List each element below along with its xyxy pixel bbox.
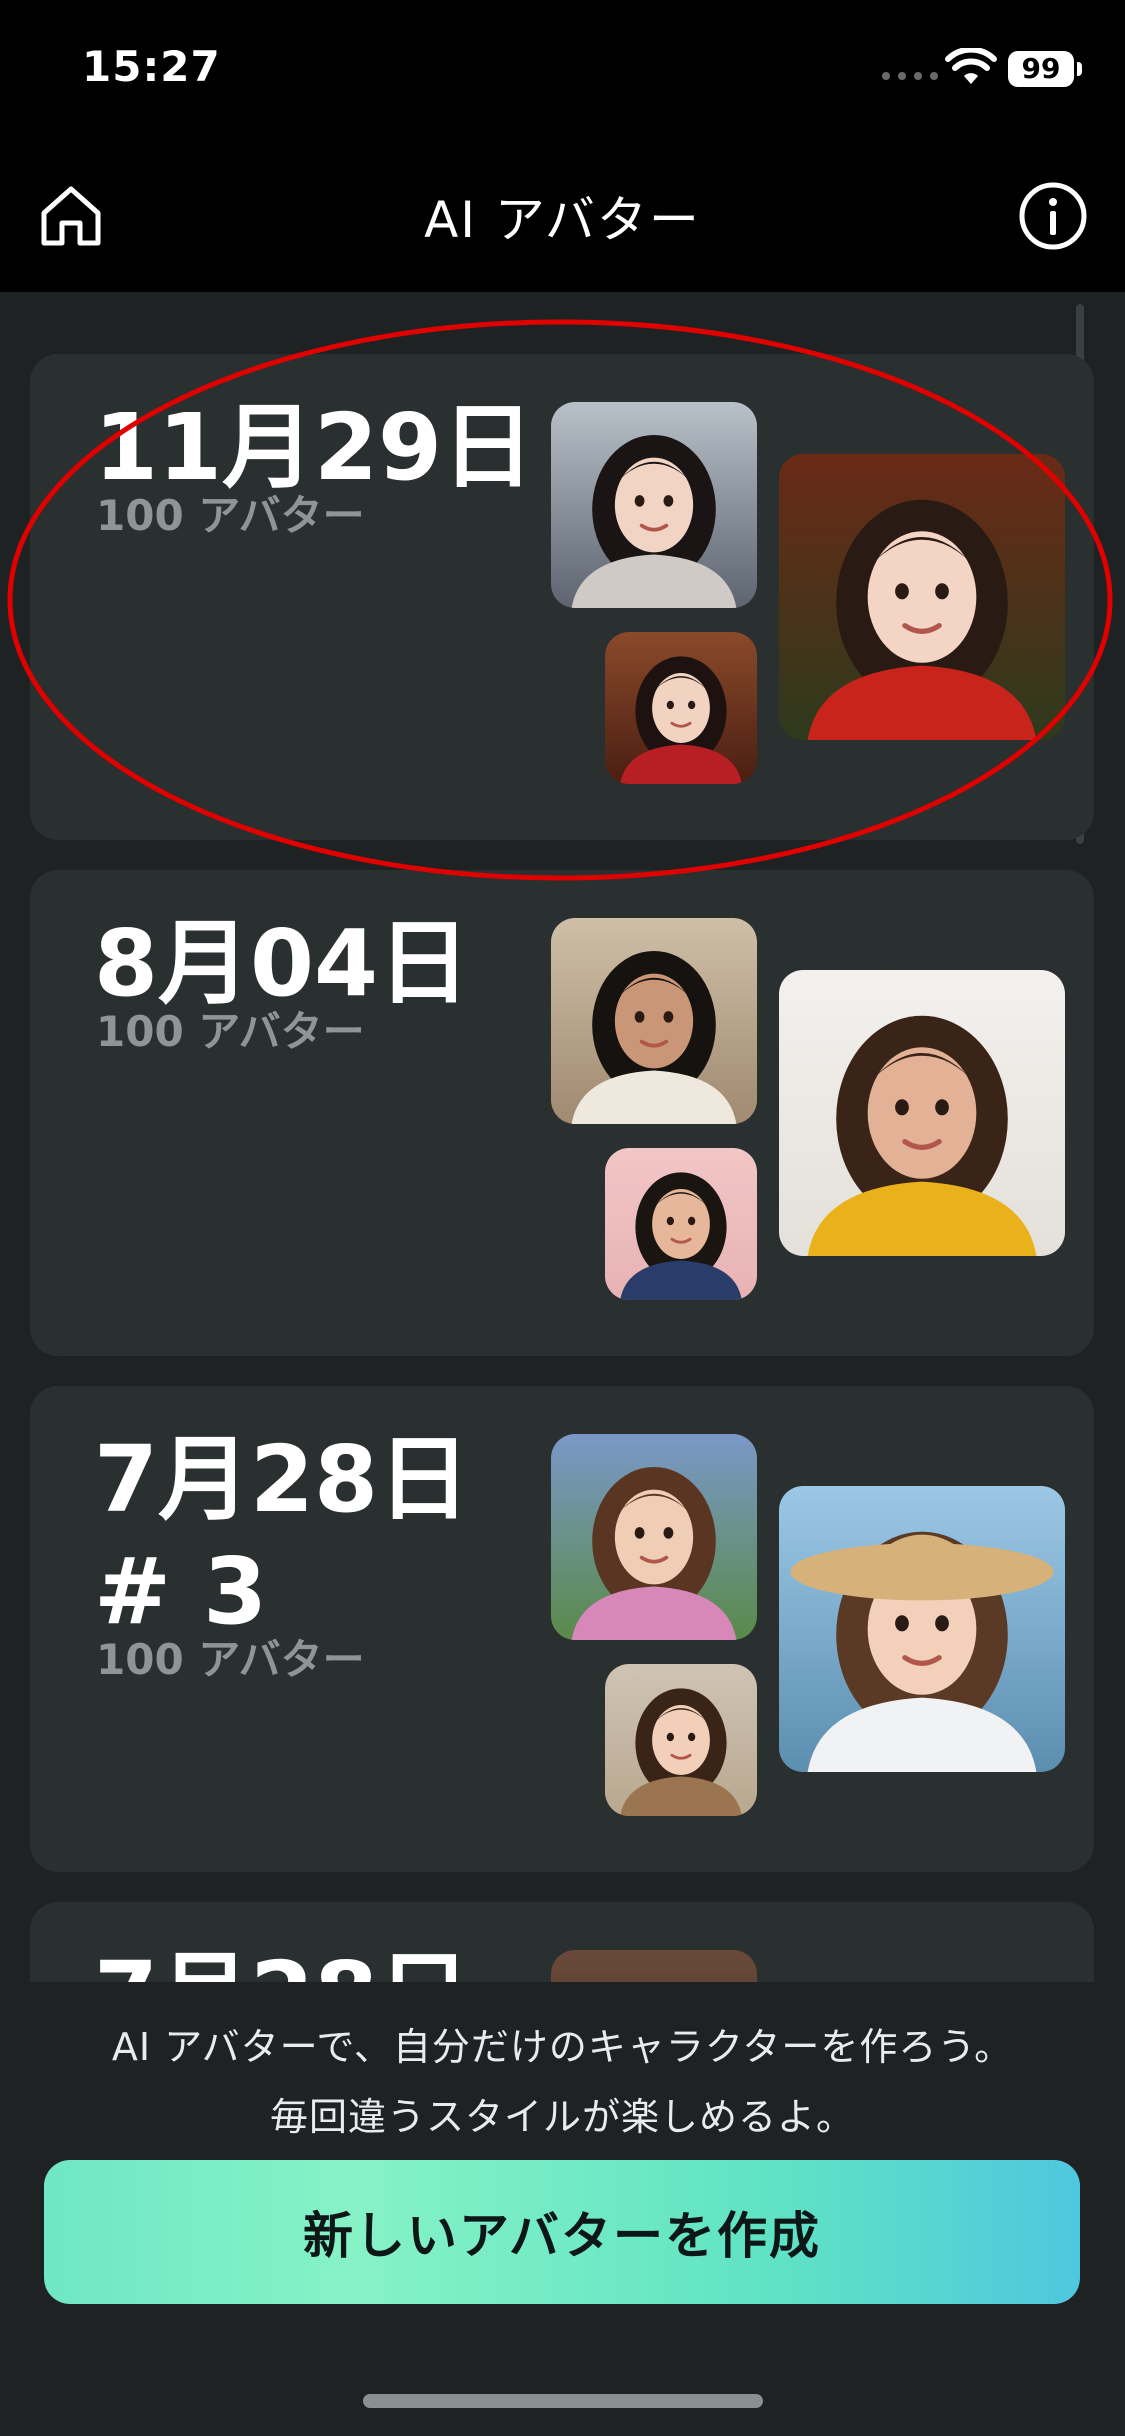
page-title: AI アバター — [424, 191, 701, 249]
avatar-santa-girl-image — [605, 632, 757, 784]
promo-text: AI アバターで、自分だけのキャラクターを作ろう。 毎回違うスタイルが楽しめるよ… — [0, 2012, 1125, 2152]
avatar-winter-woman-image — [551, 402, 757, 608]
avatar-thumbnail[interactable] — [605, 632, 757, 784]
battery-tip — [1077, 62, 1082, 76]
avatar-set-card[interactable]: 7月28日100 アバター — [30, 1902, 1094, 1982]
avatar-girl-bear-hood-image — [605, 1664, 757, 1816]
avatar-thumbnail[interactable] — [551, 1434, 757, 1640]
avatar-set-count: 100 アバター — [96, 491, 365, 540]
info-button[interactable] — [1012, 175, 1094, 257]
avatar-thumbnail[interactable] — [605, 1664, 757, 1816]
avatar-set-count: 100 アバター — [96, 1007, 365, 1056]
avatar-set-date: 7月28日 — [94, 1940, 554, 1982]
bottom-panel: AI アバターで、自分だけのキャラクターを作ろう。 毎回違うスタイルが楽しめるよ… — [0, 1982, 1125, 2436]
promo-line-1: AI アバターで、自分だけのキャラクターを作ろう。 — [111, 2025, 1014, 2069]
avatar-thumbnail[interactable] — [779, 970, 1065, 1256]
avatar-set-card[interactable]: 11月29日 100 アバター — [30, 354, 1094, 840]
avatar-thumbnail[interactable] — [779, 454, 1065, 740]
create-avatar-button[interactable]: 新しいアバターを作成 — [44, 2160, 1080, 2304]
avatar-woman-yellow-jacket-image — [779, 970, 1065, 1256]
avatar-set-count: 100 アバター — [96, 1635, 365, 1684]
info-icon — [1019, 182, 1087, 250]
avatar-child-red-hood-image — [779, 454, 1065, 740]
avatar-thumbnail[interactable] — [605, 1148, 757, 1300]
home-indicator[interactable] — [363, 2394, 763, 2408]
avatar-partial-image — [551, 1950, 757, 1982]
app-screen: 15:27 99 AI アバター 11月29日 100 アバター 8月04日 10 — [0, 0, 1125, 2436]
avatar-woman-short-hair-image — [605, 1148, 757, 1300]
avatar-girl-straw-hat-image — [779, 1486, 1065, 1772]
avatar-thumbnail[interactable] — [551, 1950, 757, 1982]
avatar-man-flowers-image — [551, 918, 757, 1124]
cellular-signal-icon — [882, 72, 938, 80]
avatar-thumbnail[interactable] — [551, 402, 757, 608]
wifi-icon — [945, 48, 997, 84]
nav-bar: AI アバター — [0, 140, 1125, 292]
avatar-set-date: 7月28日 # 3 — [94, 1426, 471, 1645]
status-time: 15:27 — [82, 42, 221, 91]
avatar-set-card[interactable]: 8月04日 100 アバター — [30, 870, 1094, 1356]
status-bar: 15:27 99 — [0, 0, 1125, 140]
avatar-girl-pink-beanie-image — [551, 1434, 757, 1640]
promo-line-2: 毎回違うスタイルが楽しめるよ。 — [269, 2095, 855, 2139]
avatar-thumbnail[interactable] — [551, 918, 757, 1124]
avatar-set-card[interactable]: 7月28日 # 3 100 アバター — [30, 1386, 1094, 1872]
avatar-thumbnail[interactable] — [779, 1486, 1065, 1772]
battery-icon: 99 — [1008, 51, 1074, 87]
avatar-set-list[interactable]: 11月29日 100 アバター 8月04日 100 アバター 7月28日 # 3 100 … — [0, 292, 1125, 1982]
